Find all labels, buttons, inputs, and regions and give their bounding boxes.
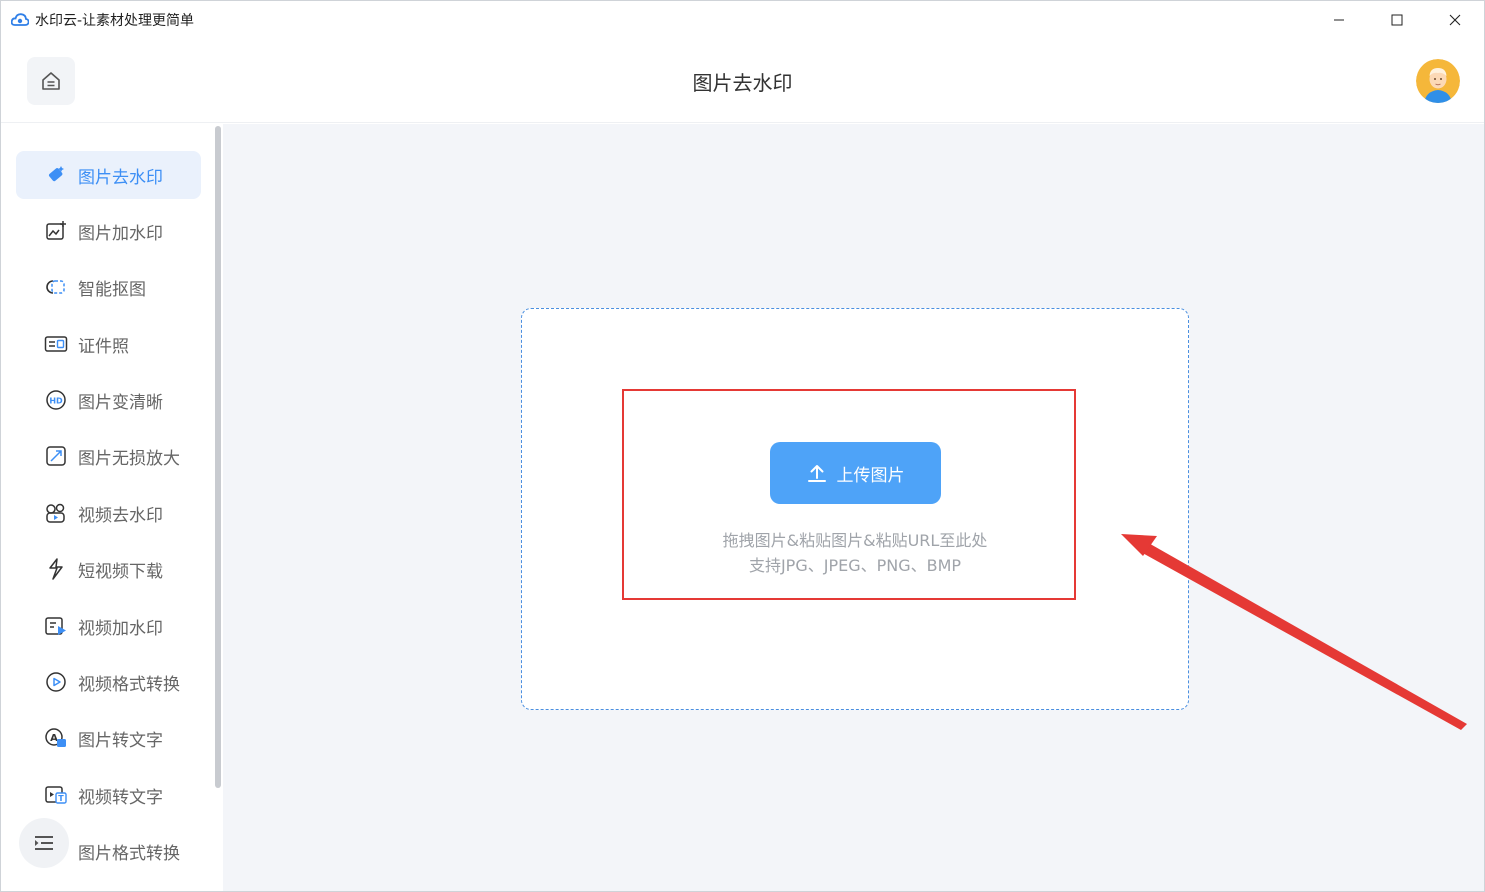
hd-icon: HD bbox=[44, 388, 68, 412]
sidebar-item-image-sharpen[interactable]: HD 图片变清晰 bbox=[16, 376, 201, 424]
image-add-icon bbox=[44, 219, 68, 243]
window-controls bbox=[1310, 1, 1484, 39]
sidebar-item-id-photo[interactable]: 证件照 bbox=[16, 320, 201, 368]
id-card-icon bbox=[44, 332, 68, 356]
minimize-icon bbox=[1334, 19, 1344, 21]
upload-dropzone[interactable]: 上传图片 拖拽图片&粘贴图片&粘贴URL至此处 支持JPG、JPEG、PNG、B… bbox=[521, 308, 1189, 710]
sidebar-item-label: 视频格式转换 bbox=[78, 674, 180, 695]
svg-text:T: T bbox=[58, 794, 64, 803]
download-icon bbox=[44, 557, 68, 581]
enlarge-icon bbox=[44, 444, 68, 468]
upload-icon bbox=[807, 463, 827, 483]
sidebar-item-video-to-text[interactable]: T 视频转文字 bbox=[16, 771, 201, 819]
avatar-icon bbox=[1416, 59, 1460, 103]
main-content: 上传图片 拖拽图片&粘贴图片&粘贴URL至此处 支持JPG、JPEG、PNG、B… bbox=[223, 124, 1484, 891]
page-title: 图片去水印 bbox=[692, 71, 793, 95]
upload-button-label: 上传图片 bbox=[836, 465, 905, 486]
video-add-icon bbox=[44, 614, 68, 638]
menu-collapse-icon bbox=[35, 836, 53, 850]
upload-hint-drag: 拖拽图片&粘贴图片&粘贴URL至此处 bbox=[722, 531, 988, 550]
eraser-icon bbox=[44, 163, 68, 187]
minimize-button[interactable] bbox=[1310, 1, 1368, 39]
sidebar-item-video-remove-watermark[interactable]: 视频去水印 bbox=[16, 489, 201, 537]
sidebar-item-video-format-convert[interactable]: 视频格式转换 bbox=[16, 658, 201, 706]
sidebar-item-video-add-watermark[interactable]: 视频加水印 bbox=[16, 602, 201, 650]
maximize-button[interactable] bbox=[1368, 1, 1426, 39]
app-header: 图片去水印 bbox=[1, 39, 1484, 123]
video-text-icon: T bbox=[44, 783, 68, 807]
sidebar-item-image-to-text[interactable]: A 图片转文字 bbox=[16, 714, 201, 762]
window-title: 水印云-让素材处理更简单 bbox=[35, 13, 195, 29]
app-logo-icon bbox=[11, 11, 29, 29]
sidebar-item-label: 视频加水印 bbox=[78, 618, 163, 639]
maximize-icon bbox=[1391, 14, 1403, 26]
svg-text:HD: HD bbox=[49, 397, 63, 406]
play-circle-icon bbox=[44, 670, 68, 694]
sidebar-item-label: 证件照 bbox=[78, 336, 129, 357]
sidebar-item-label: 图片无损放大 bbox=[78, 448, 180, 469]
cutout-icon bbox=[44, 275, 68, 299]
video-eraser-icon bbox=[44, 501, 68, 525]
sidebar: 图片去水印 图片加水印 智能抠图 证件照 HD 图片变清晰 图片无损放大 视频去… bbox=[1, 124, 223, 891]
sidebar-item-image-add-watermark[interactable]: 图片加水印 bbox=[16, 207, 201, 255]
sidebar-item-label: 图片变清晰 bbox=[78, 392, 163, 413]
sidebar-item-smart-cutout[interactable]: 智能抠图 bbox=[16, 263, 201, 311]
sidebar-item-image-remove-watermark[interactable]: 图片去水印 bbox=[16, 151, 201, 199]
upload-hint-formats: 支持JPG、JPEG、PNG、BMP bbox=[748, 556, 962, 575]
image-text-icon: A bbox=[44, 726, 68, 750]
sidebar-item-label: 短视频下载 bbox=[78, 561, 163, 582]
app-window: 水印云-让素材处理更简单 图片去水印 图片去水印 图片加水印 智能抠图 证件照 … bbox=[0, 0, 1485, 892]
user-avatar[interactable] bbox=[1416, 59, 1460, 103]
sidebar-item-label: 智能抠图 bbox=[78, 279, 146, 300]
sidebar-scrollbar-thumb[interactable] bbox=[215, 126, 221, 788]
close-icon bbox=[1449, 14, 1461, 26]
title-bar: 水印云-让素材处理更简单 bbox=[1, 1, 1484, 39]
sidebar-item-label: 图片格式转换 bbox=[78, 843, 180, 864]
sidebar-item-label: 视频转文字 bbox=[78, 787, 163, 808]
sidebar-item-label: 图片加水印 bbox=[78, 223, 163, 244]
sidebar-item-label: 图片去水印 bbox=[78, 167, 163, 188]
upload-image-button[interactable]: 上传图片 bbox=[770, 442, 941, 504]
sidebar-item-label: 图片转文字 bbox=[78, 730, 163, 751]
svg-text:A: A bbox=[50, 733, 58, 744]
menu-toggle-button[interactable] bbox=[19, 818, 69, 868]
sidebar-item-image-enlarge[interactable]: 图片无损放大 bbox=[16, 432, 201, 480]
sidebar-item-label: 视频去水印 bbox=[78, 505, 163, 526]
close-button[interactable] bbox=[1426, 1, 1484, 39]
sidebar-item-short-video-download[interactable]: 短视频下载 bbox=[16, 545, 201, 593]
